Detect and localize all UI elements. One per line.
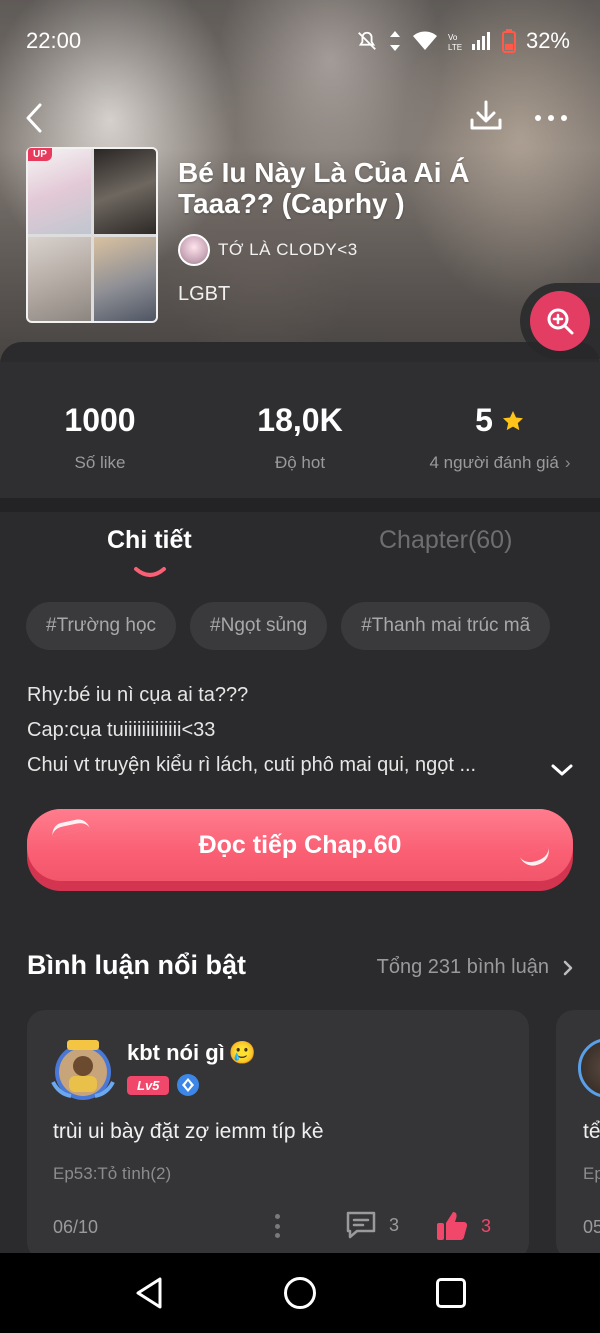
chevron-down-icon[interactable] xyxy=(550,762,574,778)
more-options-button[interactable] xyxy=(535,106,575,130)
hot-label: Độ hot xyxy=(274,453,326,472)
likes-label: Số like xyxy=(74,453,126,472)
signal-icon xyxy=(471,32,490,50)
story-cover[interactable] xyxy=(26,147,158,323)
reply-button[interactable]: 3 xyxy=(345,1210,399,1240)
star-icon xyxy=(502,410,523,430)
wifi-icon xyxy=(412,31,437,50)
battery-percent: 32% xyxy=(525,28,570,53)
reply-count: 3 xyxy=(389,1214,400,1235)
author-name[interactable]: TỚ LÀ CLODY<3 xyxy=(218,240,358,260)
comment-text: trùi ui bày đặt zợ iemm típ kè xyxy=(53,1120,324,1143)
update-badge: UP xyxy=(28,148,52,161)
diamond-badge-icon xyxy=(177,1074,200,1096)
tab-indicator xyxy=(134,567,166,577)
rating-stat[interactable]: 5 4 người đánh giá › xyxy=(400,402,600,473)
download-icon xyxy=(470,100,502,130)
continue-reading-button[interactable]: Đọc tiếp Chap.60 xyxy=(27,809,573,891)
rating-value: 5 xyxy=(475,402,493,438)
comment-date: 05 xyxy=(583,1217,600,1237)
chevron-right-icon xyxy=(563,960,573,975)
tag-chip[interactable]: #Trường học xyxy=(26,602,177,650)
comment-card[interactable]: kbt nói gì 🥲 Lv5 trùi ui bày đặt zợ iemm… xyxy=(27,1010,529,1260)
comment-date: 06/10 xyxy=(53,1217,99,1237)
system-nav-bar xyxy=(0,1253,600,1333)
emoji: 🥲 xyxy=(228,1040,257,1065)
like-count: 3 xyxy=(481,1215,492,1236)
comment-episode[interactable]: Ep53:Tỏ tình(2) xyxy=(53,1164,171,1184)
top-actions xyxy=(0,98,600,138)
thumbs-up-icon xyxy=(437,1212,468,1240)
details-sheet: 1000 Số like 18,0K Độ hot 5 4 người đánh… xyxy=(0,342,600,1333)
nav-home-icon[interactable] xyxy=(284,1277,316,1309)
comments-title: Bình luận nổi bật xyxy=(27,950,246,980)
comment-text: tể xyxy=(583,1120,600,1143)
description-line: Rhy:bé iu nì cụa ai ta??? xyxy=(27,684,249,706)
back-button[interactable] xyxy=(24,98,54,138)
nav-back-icon[interactable] xyxy=(132,1275,168,1311)
story-title: Bé Iu Này Là Của Ai Á Taaa?? (Caprhy ) xyxy=(178,157,470,219)
volte-icon: VoLTE xyxy=(448,33,462,52)
genre-label[interactable]: LGBT xyxy=(178,283,230,306)
comment-username[interactable]: kbt nói gì 🥲 xyxy=(127,1040,256,1066)
comment-episode: Ep xyxy=(583,1164,600,1183)
author-row[interactable]: TỚ LÀ CLODY<3 xyxy=(178,234,358,266)
description-line: Chui vt truyện kiểu rì lách, cuti phô ma… xyxy=(27,754,477,776)
more-horizontal-icon xyxy=(535,115,541,121)
user-badges: Lv5 xyxy=(127,1074,200,1096)
tag-list: #Trường học #Ngọt sủng #Thanh mai trúc m… xyxy=(26,602,551,650)
comments-header: Bình luận nổi bật Tổng 231 bình luận xyxy=(27,948,573,988)
all-comments-link[interactable]: Tổng 231 bình luận xyxy=(377,956,573,979)
level-badge: Lv5 xyxy=(127,1075,170,1095)
description-line: Cap:cụa tuiiiiiiiiiiiii<33 xyxy=(27,719,216,741)
avatar[interactable] xyxy=(49,1038,117,1102)
like-button[interactable]: 3 xyxy=(435,1210,491,1242)
tag-chip[interactable]: #Ngọt sủng xyxy=(190,602,328,650)
status-bar: 22:00 Vo LTE 32% xyxy=(0,0,600,80)
story-description[interactable]: Rhy:bé iu nì cụa ai ta??? Cap:cụa tuiiii… xyxy=(27,678,547,783)
stats-panel: 1000 Số like 18,0K Độ hot 5 4 người đánh… xyxy=(0,362,600,498)
section-divider xyxy=(0,498,600,512)
avatar[interactable] xyxy=(178,234,210,266)
nav-recents-icon[interactable] xyxy=(436,1278,466,1308)
svg-text:LTE: LTE xyxy=(448,43,462,52)
silent-icon xyxy=(358,31,376,50)
rating-label: 4 người đánh giá xyxy=(429,453,559,472)
comment-card[interactable]: tể Ep 05 xyxy=(556,1010,600,1260)
tab-bar: Chi tiết Chapter(60) xyxy=(0,526,600,586)
comment-icon xyxy=(346,1211,376,1239)
avatar[interactable] xyxy=(578,1038,600,1098)
zoom-in-icon xyxy=(547,308,574,335)
comment-more-button[interactable] xyxy=(275,1214,281,1238)
tab-detail[interactable]: Chi tiết xyxy=(107,526,192,555)
chevron-left-icon xyxy=(26,103,42,133)
tab-chapters[interactable]: Chapter(60) xyxy=(379,526,512,555)
status-icons: Vo LTE 32% xyxy=(356,28,570,54)
likes-value: 1000 xyxy=(64,402,136,438)
status-time: 22:00 xyxy=(26,28,82,53)
battery-icon xyxy=(501,29,516,53)
data-arrows-icon xyxy=(389,31,400,51)
comments-total: Tổng 231 bình luận xyxy=(376,956,549,978)
hot-stat: 18,0K Độ hot xyxy=(200,402,400,473)
hot-value: 18,0K xyxy=(257,402,343,438)
tag-chip[interactable]: #Thanh mai trúc mã xyxy=(341,602,551,650)
svg-text:Vo: Vo xyxy=(448,33,458,42)
chevron-right-icon: › xyxy=(564,453,571,472)
likes-stat: 1000 Số like xyxy=(0,402,200,473)
download-button[interactable] xyxy=(468,98,508,138)
zoom-button[interactable] xyxy=(520,283,600,359)
continue-reading-label: Đọc tiếp Chap.60 xyxy=(27,809,573,881)
